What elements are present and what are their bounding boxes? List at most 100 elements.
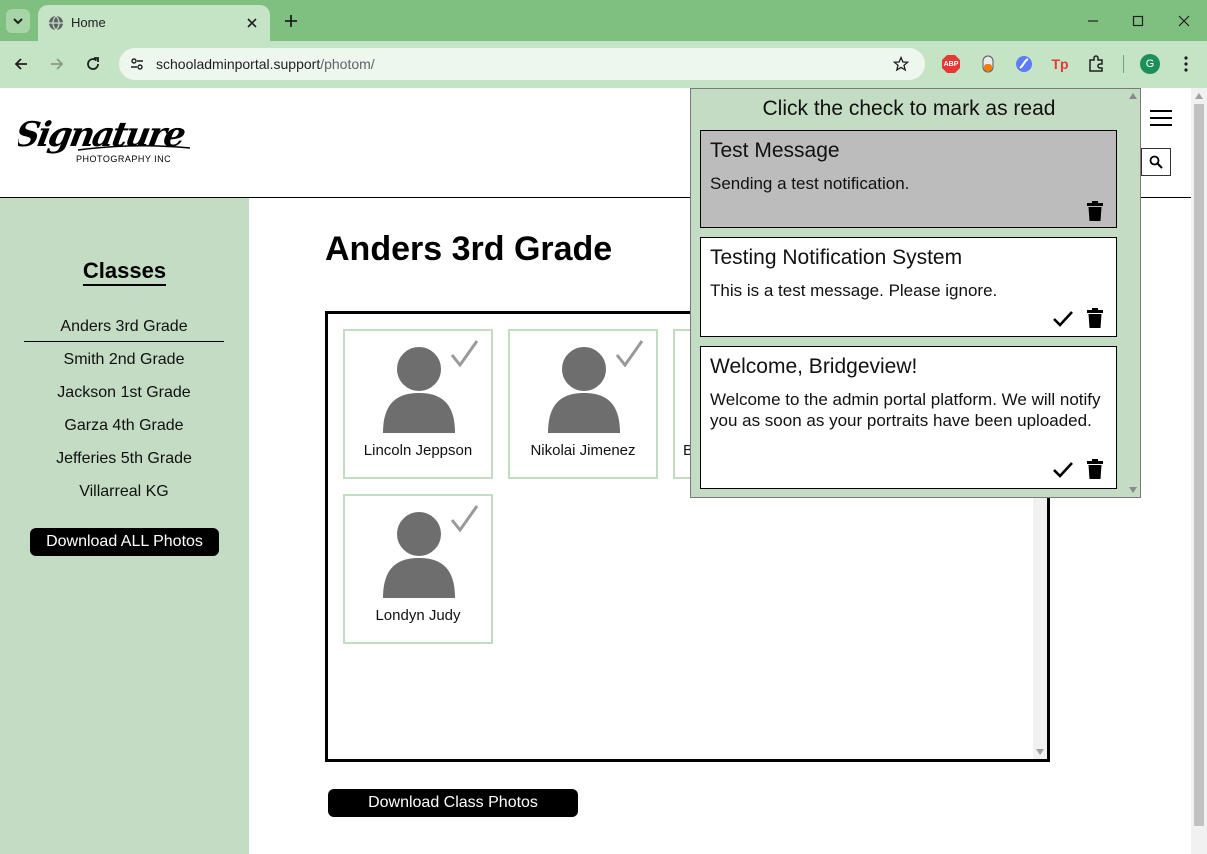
trash-icon[interactable] bbox=[1086, 201, 1104, 221]
student-name: Nikolai Jimenez bbox=[530, 442, 636, 459]
scroll-up-arrow-icon[interactable] bbox=[1129, 93, 1137, 99]
profile-initial: G bbox=[1145, 58, 1155, 70]
extension-button-3[interactable] bbox=[1013, 53, 1035, 75]
more-vertical-icon bbox=[1184, 56, 1188, 72]
extension-button-tp[interactable]: Tp bbox=[1049, 53, 1071, 75]
student-name: Londyn Judy bbox=[375, 607, 461, 624]
notification-body: Sending a test notification. bbox=[710, 174, 910, 193]
student-card[interactable]: Londyn Judy bbox=[343, 494, 493, 644]
back-button[interactable] bbox=[9, 52, 33, 76]
mark-read-check-icon[interactable] bbox=[1052, 309, 1074, 329]
check-icon[interactable] bbox=[614, 339, 644, 369]
browser-toolbar: schooladminportal.support/photom/ ABP Tp… bbox=[0, 41, 1207, 88]
maximize-button[interactable] bbox=[1127, 10, 1149, 32]
close-window-button[interactable] bbox=[1173, 10, 1195, 32]
star-icon bbox=[893, 56, 909, 72]
check-icon[interactable] bbox=[449, 339, 479, 369]
site-info-button[interactable] bbox=[127, 54, 147, 74]
student-name: Lincoln Jeppson bbox=[363, 442, 473, 459]
reload-icon bbox=[87, 57, 99, 70]
sidebar-title: Classes bbox=[0, 258, 249, 286]
chevron-down-icon bbox=[13, 18, 23, 25]
notification-title: Test Message bbox=[710, 139, 840, 162]
bookmark-button[interactable] bbox=[891, 54, 911, 74]
close-icon bbox=[247, 18, 257, 28]
scroll-down-arrow-icon[interactable] bbox=[1036, 749, 1044, 755]
arrow-left-icon bbox=[14, 58, 27, 70]
class-list: Anders 3rd Grade Smith 2nd Grade Jackson… bbox=[24, 315, 224, 513]
download-class-photos-button[interactable]: Download Class Photos bbox=[328, 789, 578, 817]
class-item-garza[interactable]: Garza 4th Grade bbox=[24, 414, 224, 447]
trash-icon[interactable] bbox=[1086, 459, 1104, 479]
notification-title: Testing Notification System bbox=[710, 246, 963, 269]
tune-icon bbox=[131, 58, 143, 70]
minimize-button[interactable] bbox=[1082, 10, 1104, 32]
tab-search-button[interactable] bbox=[6, 9, 30, 33]
toolbar-divider bbox=[1123, 55, 1124, 73]
browser-tab-strip: Home bbox=[0, 0, 1207, 41]
minimize-icon bbox=[1088, 20, 1098, 22]
mark-read-check-icon[interactable] bbox=[1052, 460, 1074, 480]
browser-tab-home[interactable]: Home bbox=[38, 5, 270, 41]
close-tab-button[interactable] bbox=[242, 13, 262, 33]
tab-title: Home bbox=[71, 15, 106, 30]
trash-icon[interactable] bbox=[1086, 308, 1104, 328]
browser-menu-button[interactable] bbox=[1175, 53, 1197, 75]
pill-icon bbox=[982, 55, 994, 73]
reload-button[interactable] bbox=[81, 52, 105, 76]
scroll-down-arrow-icon[interactable] bbox=[1129, 487, 1137, 493]
classes-sidebar: Classes Anders 3rd Grade Smith 2nd Grade… bbox=[0, 198, 249, 854]
page-scrollbar[interactable] bbox=[1191, 88, 1207, 854]
person-icon bbox=[383, 510, 455, 598]
url-text[interactable]: schooladminportal.support/photom/ bbox=[156, 56, 375, 72]
search-button[interactable] bbox=[1141, 148, 1171, 176]
url-path: /photom/ bbox=[320, 56, 375, 72]
logo-script: Signature bbox=[18, 115, 189, 155]
notifications-header: Click the check to mark as read bbox=[762, 97, 1056, 120]
person-icon bbox=[548, 345, 620, 433]
adblock-extension-button[interactable]: ABP bbox=[940, 53, 962, 75]
hamburger-menu-button[interactable] bbox=[1150, 110, 1172, 128]
globe-icon bbox=[49, 15, 63, 31]
notification-body: Welcome to the admin portal platform. We… bbox=[710, 390, 1101, 430]
page-title: Anders 3rd Grade bbox=[325, 230, 613, 268]
notification-body: This is a test message. Please ignore. bbox=[710, 281, 998, 300]
new-tab-button[interactable] bbox=[280, 10, 302, 32]
student-card[interactable]: Lincoln Jeppson bbox=[343, 329, 493, 479]
notifications-dropdown: Click the check to mark as read Test Mes… bbox=[690, 88, 1141, 498]
adblock-label: ABP bbox=[943, 60, 959, 68]
check-icon[interactable] bbox=[449, 504, 479, 534]
tp-label: Tp bbox=[1051, 56, 1069, 72]
puzzle-icon bbox=[1089, 55, 1103, 72]
notifications-scrollbar[interactable] bbox=[1126, 89, 1140, 497]
sidebar-title-text: Classes bbox=[82, 258, 167, 286]
class-item-villarreal[interactable]: Villarreal KG bbox=[24, 480, 224, 513]
extensions-menu-button[interactable] bbox=[1085, 53, 1107, 75]
arrow-right-icon bbox=[51, 58, 64, 70]
swirl-icon bbox=[1016, 56, 1032, 72]
notification-card: Welcome, Bridgeview! Welcome to the admi… bbox=[700, 346, 1117, 489]
logo-graphic: Signature PHOTOGRAPHY INC bbox=[12, 115, 191, 164]
person-icon bbox=[383, 345, 455, 433]
plus-icon bbox=[285, 15, 297, 27]
extension-button-2[interactable] bbox=[977, 53, 999, 75]
notification-card: Testing Notification System This is a te… bbox=[700, 237, 1117, 337]
page-scroll-thumb[interactable] bbox=[1194, 104, 1204, 826]
address-bar[interactable]: schooladminportal.support/photom/ bbox=[119, 48, 925, 80]
notification-title: Welcome, Bridgeview! bbox=[710, 355, 918, 378]
scroll-up-arrow-icon[interactable] bbox=[1195, 93, 1203, 99]
search-icon bbox=[1149, 155, 1163, 169]
maximize-icon bbox=[1132, 15, 1144, 27]
class-item-jefferies[interactable]: Jefferies 5th Grade bbox=[24, 447, 224, 480]
class-item-jackson[interactable]: Jackson 1st Grade bbox=[24, 381, 224, 414]
forward-button[interactable] bbox=[45, 52, 69, 76]
signature-logo[interactable]: Signature PHOTOGRAPHY INC bbox=[12, 110, 198, 170]
close-icon bbox=[1178, 15, 1190, 27]
url-domain: schooladminportal.support bbox=[156, 56, 321, 72]
profile-button[interactable]: G bbox=[1139, 53, 1161, 75]
student-card[interactable]: Nikolai Jimenez bbox=[508, 329, 658, 479]
download-all-photos-button[interactable]: Download ALL Photos bbox=[30, 528, 219, 556]
logo-subtext: PHOTOGRAPHY INC bbox=[76, 154, 171, 164]
class-item-smith[interactable]: Smith 2nd Grade bbox=[24, 348, 224, 381]
class-item-anders[interactable]: Anders 3rd Grade bbox=[24, 315, 224, 342]
